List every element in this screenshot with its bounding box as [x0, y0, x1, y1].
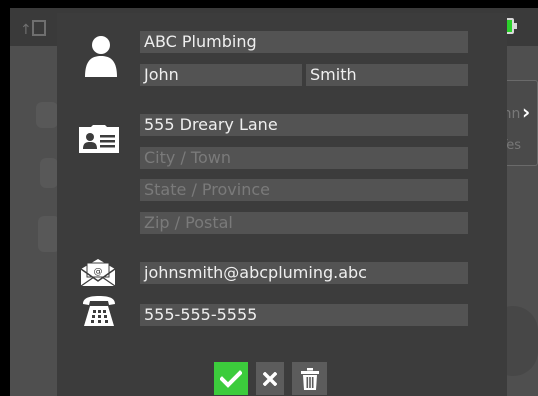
close-icon	[263, 371, 277, 386]
background-tool-icon	[40, 158, 58, 188]
company-field[interactable]: ABC Plumbing	[140, 31, 468, 53]
background-tool-icon	[36, 102, 58, 128]
person-icon	[85, 35, 117, 81]
save-button[interactable]	[214, 362, 248, 395]
trash-icon	[300, 367, 319, 390]
battery-tip	[514, 23, 517, 29]
document-icon	[32, 20, 46, 36]
street-address-field[interactable]: 555 Dreary Lane	[140, 114, 468, 136]
state-field[interactable]: State / Province	[140, 179, 468, 201]
contact-edit-dialog: ABC Plumbing John Smith 555 Dreary Lane …	[57, 13, 507, 396]
cancel-button[interactable]	[256, 362, 284, 395]
phone-field[interactable]: 555-555-5555	[140, 304, 468, 326]
first-name-field[interactable]: John	[140, 64, 302, 86]
email-field[interactable]: johnsmith@abcpluming.abc	[140, 262, 468, 284]
city-field[interactable]: City / Town	[140, 147, 468, 169]
telephone-icon	[81, 295, 117, 331]
delete-button[interactable]	[292, 362, 327, 395]
back-arrow-icon: ↑	[20, 22, 32, 38]
svg-text:@: @	[94, 267, 103, 277]
zip-field[interactable]: Zip / Postal	[140, 212, 468, 234]
checkmark-icon	[220, 369, 242, 388]
chevron-right-icon: ›	[522, 100, 531, 124]
address-card-icon	[79, 125, 119, 157]
last-name-field[interactable]: Smith	[306, 64, 468, 86]
envelope-icon: @	[79, 257, 117, 291]
